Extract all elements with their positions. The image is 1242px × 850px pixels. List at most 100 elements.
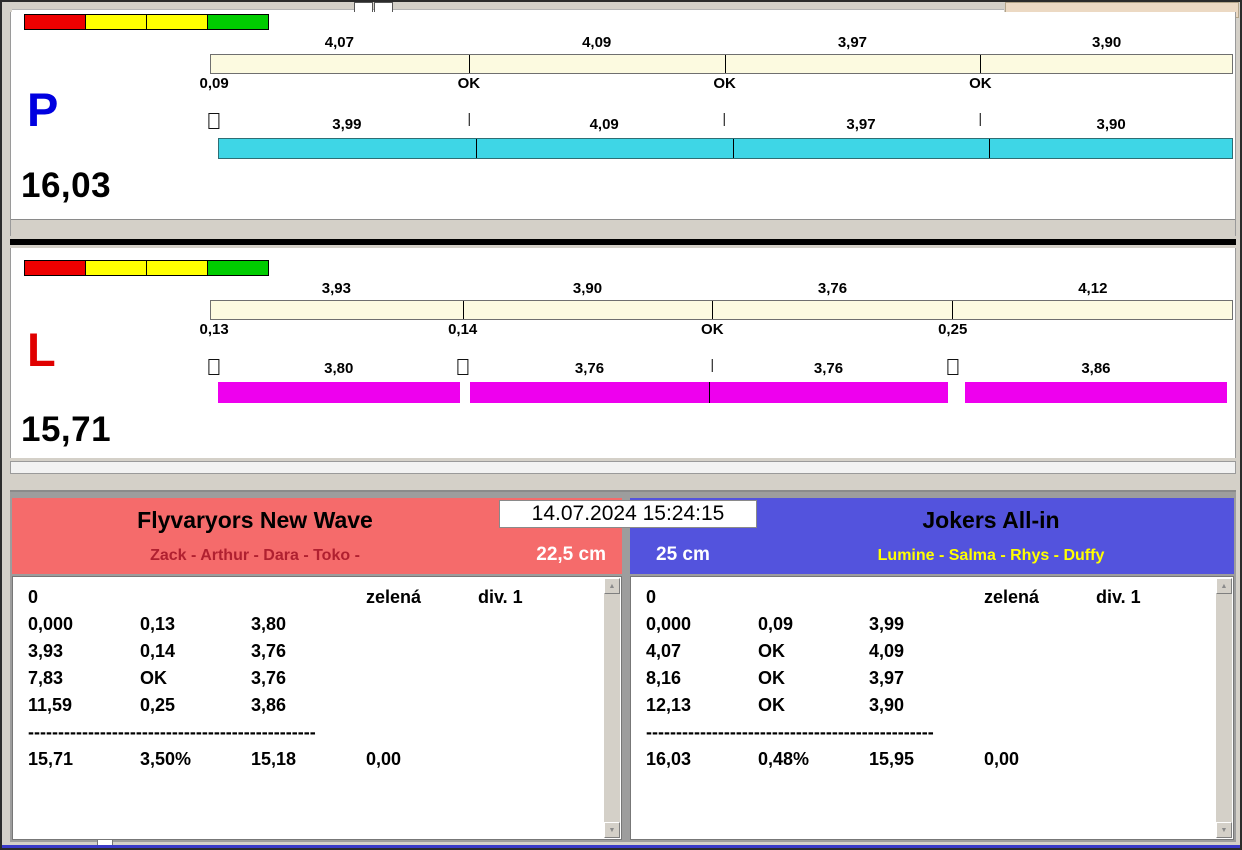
light-green <box>207 260 269 276</box>
table-totals-row: 16,03 0,48% 15,95 0,00 <box>631 749 1215 776</box>
cell: 0 <box>28 587 39 607</box>
team-left-table: 0 zelená div. 1 0,000 0,13 3,80 3,93 0,1… <box>12 576 622 840</box>
split-value: 3,93 <box>321 280 351 297</box>
separator-dashes: ----------------------------------------… <box>646 722 934 742</box>
exchange-value: OK <box>713 75 736 92</box>
bar-segment <box>211 55 469 73</box>
cell: 3,76 <box>251 641 287 661</box>
bar-segment <box>979 55 1232 73</box>
bar-segment <box>219 139 477 158</box>
table-header-row: 0 zelená div. 1 <box>631 587 1215 614</box>
bar-segment <box>965 382 1227 403</box>
table-body: 0 zelená div. 1 0,000 0,13 3,80 3,93 0,1… <box>13 587 603 776</box>
light-red <box>24 260 86 276</box>
scroll-up-icon[interactable]: ▲ <box>604 578 620 594</box>
light-yellow-1 <box>85 14 147 30</box>
split-value: 4,09 <box>582 34 612 51</box>
team-members: Zack - Arthur - Dara - Toko - <box>150 547 360 564</box>
panel-p: P 4,07 4,09 3,97 3,90 0,09 OK OK OK 3,99… <box>10 12 1236 236</box>
panel-letter: L <box>27 323 56 376</box>
table-header-row: 0 zelená div. 1 <box>13 587 603 614</box>
bar-segment <box>469 55 724 73</box>
bar-segment <box>218 382 460 403</box>
bar-segment <box>476 139 733 158</box>
exchange-value: 0,13 <box>199 321 229 338</box>
cell: 3,93 <box>28 641 64 661</box>
reference-bar <box>210 300 1233 320</box>
table-row: 12,13 OK 3,90 <box>631 695 1215 722</box>
cell: 11,59 <box>28 695 73 715</box>
panel-letter: P <box>27 83 59 136</box>
bar-segment <box>211 301 463 319</box>
cell: 3,50% <box>140 749 192 769</box>
light-yellow-1 <box>85 260 147 276</box>
separator-dashes: ----------------------------------------… <box>28 722 316 742</box>
cell: 4,09 <box>869 641 905 661</box>
cell: 3,99 <box>869 614 905 634</box>
exchange-value: 0,25 <box>938 321 968 338</box>
cell: 8,16 <box>646 668 682 688</box>
split-value: 3,90 <box>572 280 603 297</box>
cell: div. 1 <box>1096 587 1141 607</box>
light-yellow-2 <box>146 14 208 30</box>
cell: 15,18 <box>251 749 297 769</box>
scroll-up-icon[interactable]: ▲ <box>1216 578 1232 594</box>
scrollbar[interactable]: ▲ ▼ <box>1216 578 1232 838</box>
table-row: 8,16 OK 3,97 <box>631 668 1215 695</box>
cell: zelená <box>366 587 422 607</box>
table-row: 7,83 OK 3,76 <box>13 668 603 695</box>
results-footer: Flyvaryors New Wave Zack - Arthur - Dara… <box>10 490 1236 842</box>
panel-total-time: 16,03 <box>21 166 112 205</box>
cell: 0,000 <box>646 614 692 634</box>
team-name: Jokers All-in <box>922 507 1060 533</box>
table-totals-row: 15,71 3,50% 15,18 0,00 <box>13 749 603 776</box>
cell: OK <box>758 668 785 688</box>
light-red <box>24 14 86 30</box>
cell: 3,97 <box>869 668 905 688</box>
bar-segment <box>463 301 712 319</box>
split-value: 3,97 <box>837 34 868 51</box>
cell: 0,13 <box>140 614 176 634</box>
cell: 15,95 <box>869 749 915 769</box>
exchange-value: OK <box>457 75 481 92</box>
status-lights <box>24 14 269 30</box>
bar-segment <box>709 382 948 403</box>
cell: 3,86 <box>251 695 287 715</box>
cell: 4,07 <box>646 641 682 661</box>
exchange-value: 0,14 <box>448 321 478 338</box>
split-value: 4,09 <box>589 116 619 133</box>
cell: 0,14 <box>140 641 176 661</box>
split-value: 4,07 <box>324 34 354 51</box>
separator-strip <box>10 461 1236 474</box>
bar-segment <box>988 139 1232 158</box>
split-value: 3,90 <box>1092 34 1122 51</box>
cell: 3,90 <box>869 695 905 715</box>
split-value: 3,76 <box>813 360 844 377</box>
exchange-value: 0,09 <box>199 75 229 92</box>
cell: zelená <box>984 587 1040 607</box>
cell: 0,48% <box>758 749 810 769</box>
scroll-down-icon[interactable]: ▼ <box>1216 822 1232 838</box>
cell: 15,71 <box>28 749 74 769</box>
cell: 0,25 <box>140 695 176 715</box>
split-value: 3,90 <box>1096 116 1126 133</box>
table-body: 0 zelená div. 1 0,000 0,09 3,99 4,07 OK … <box>631 587 1215 776</box>
split-value: 3,97 <box>846 116 876 133</box>
lap-bar <box>218 138 1233 159</box>
scroll-down-icon[interactable]: ▼ <box>604 822 620 838</box>
table-separator-row: ----------------------------------------… <box>13 722 603 749</box>
lap-split-labels: 3,80 3,76 3,76 3,86 <box>218 360 1233 377</box>
reference-split-labels: 3,93 3,90 3,76 4,12 <box>210 280 1233 297</box>
split-value: 3,80 <box>324 360 354 377</box>
table-row: 4,07 OK 4,09 <box>631 641 1215 668</box>
bar-segment <box>732 139 989 158</box>
scrollbar[interactable]: ▲ ▼ <box>604 578 620 838</box>
team-distance: 22,5 cm <box>536 544 606 565</box>
exchange-value: OK <box>701 321 724 338</box>
team-name: Flyvaryors New Wave <box>137 507 373 533</box>
table-separator-row: ----------------------------------------… <box>631 722 1215 749</box>
datetime-display: 14.07.2024 15:24:15 <box>499 500 757 528</box>
table-row: 0,000 0,09 3,99 <box>631 614 1215 641</box>
cell: 12,13 <box>646 695 692 715</box>
split-value: 4,12 <box>1078 280 1108 297</box>
